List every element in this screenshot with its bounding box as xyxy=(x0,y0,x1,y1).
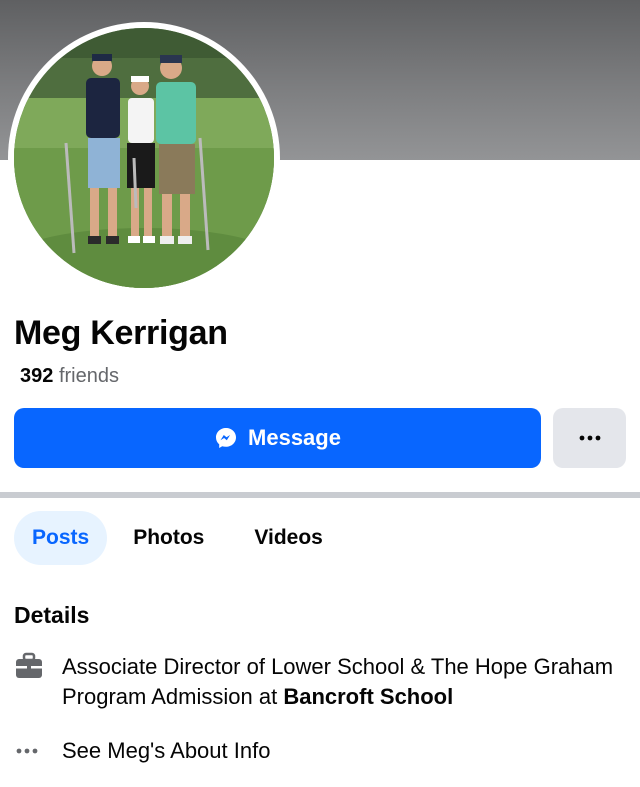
friends-count[interactable]: 392 friends xyxy=(20,365,119,388)
tab-posts[interactable]: Posts xyxy=(14,511,108,565)
message-button-label: Message xyxy=(248,425,341,450)
about-info-link[interactable]: See Meg's About Info xyxy=(62,736,270,771)
friends-count-value: 392 xyxy=(20,365,54,387)
briefcase-icon xyxy=(14,652,46,712)
messenger-icon xyxy=(214,426,238,450)
details-heading: Details xyxy=(14,602,90,628)
work-detail-row: Associate Director of Lower School & The… xyxy=(14,652,624,712)
about-info-row[interactable]: See Meg's About Info xyxy=(14,736,624,771)
tab-photos[interactable]: Photos xyxy=(121,511,216,565)
work-organization[interactable]: Bancroft School xyxy=(283,684,453,709)
tab-videos[interactable]: Videos xyxy=(242,511,334,565)
ellipsis-icon xyxy=(14,736,46,771)
friends-label: friends xyxy=(58,365,119,387)
profile-tabs: Posts Photos Videos xyxy=(14,511,335,565)
message-button[interactable]: Message xyxy=(14,408,541,468)
profile-name: Meg Kerrigan xyxy=(14,314,228,352)
more-dots-icon xyxy=(578,429,602,447)
profile-picture[interactable] xyxy=(14,28,274,288)
section-divider xyxy=(0,492,640,498)
more-options-button[interactable] xyxy=(553,408,626,468)
work-detail-text: Associate Director of Lower School & The… xyxy=(62,652,624,712)
